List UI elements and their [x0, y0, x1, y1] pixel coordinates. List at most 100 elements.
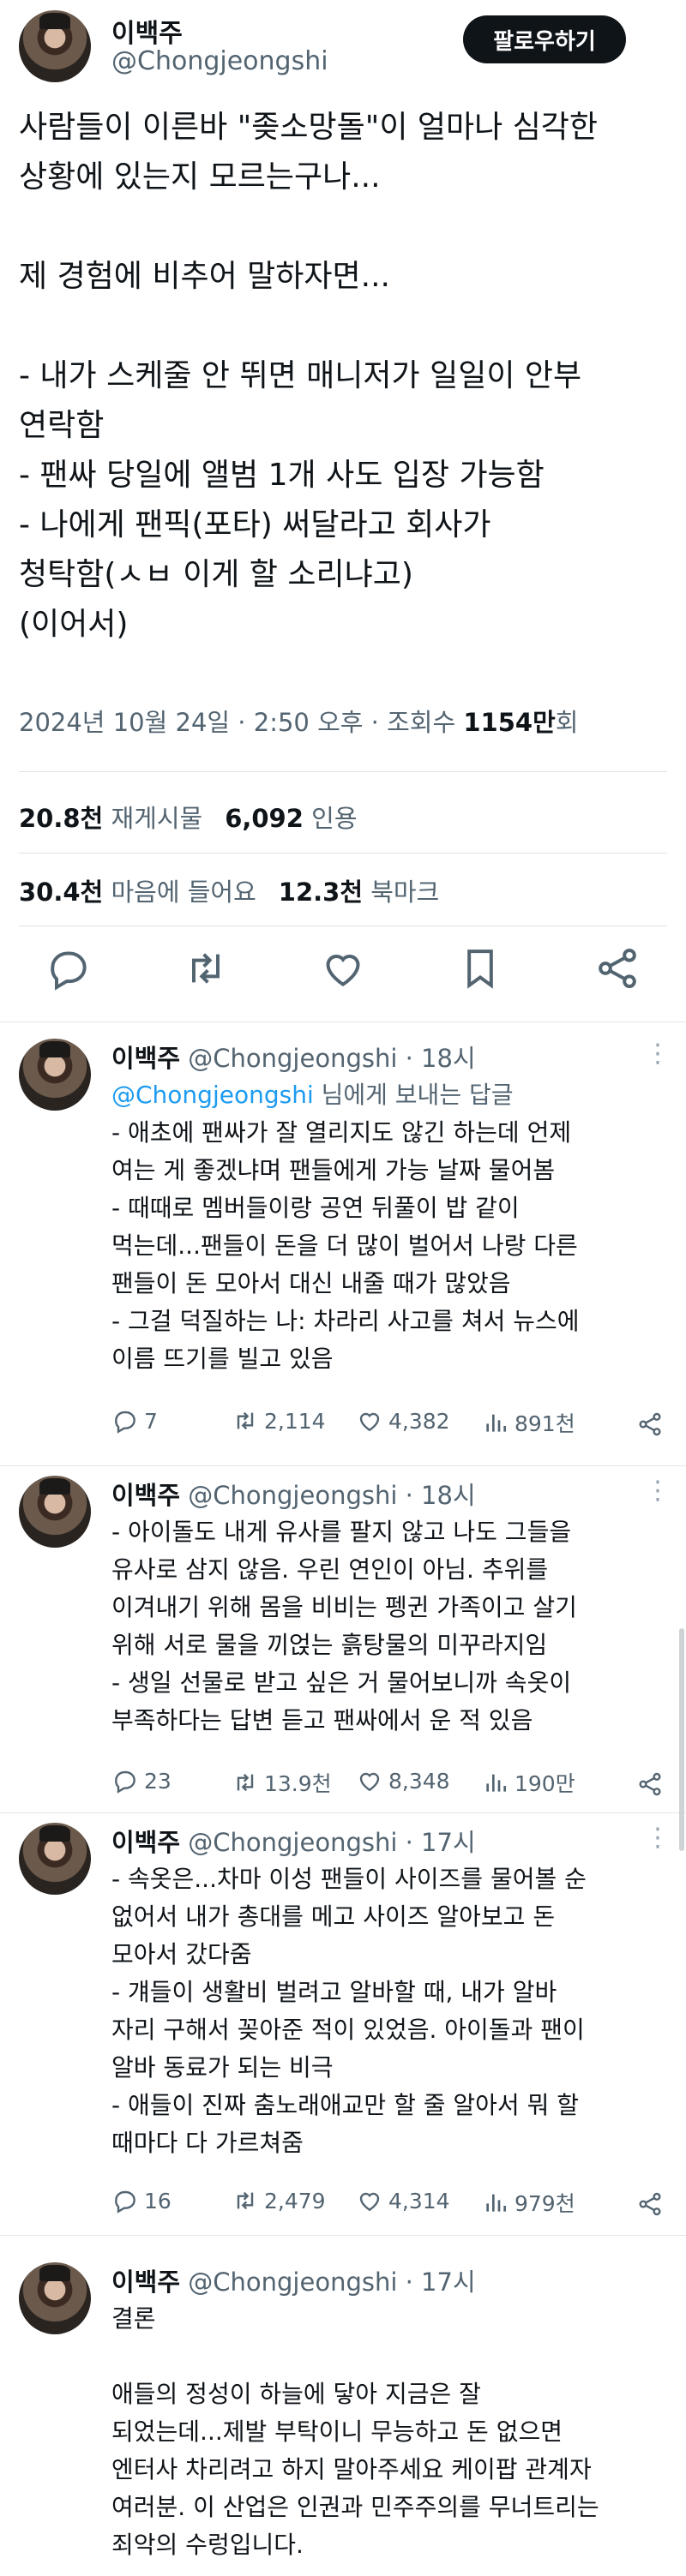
speech-bubble-icon — [115, 1411, 135, 1434]
avatar[interactable] — [19, 2262, 91, 2334]
share-icon[interactable] — [636, 2190, 664, 2218]
reply-header: 이백주 @Chongjeongshi · 18시 — [111, 1476, 476, 1512]
reply-views-button[interactable]: 979천 — [482, 2187, 575, 2218]
share-icon[interactable] — [636, 1411, 664, 1438]
reply-comment-button[interactable]: 7 — [111, 1407, 158, 1435]
author-name[interactable]: 이백주 — [111, 2267, 180, 2297]
author-name[interactable]: 이백주 — [111, 12, 183, 50]
author-name[interactable]: 이백주 — [111, 1044, 180, 1073]
reply-views-button[interactable]: 190만 — [482, 1767, 575, 1798]
divider — [0, 1812, 686, 1813]
tweet-action-bar — [0, 944, 686, 996]
reply-action-bar: 23 13.9천 8,348 190만 — [111, 1767, 661, 1801]
reply-comment-button[interactable]: 23 — [111, 1767, 172, 1794]
avatar[interactable] — [19, 1823, 91, 1895]
author-name[interactable]: 이백주 — [111, 1828, 180, 1857]
quote-count-link[interactable]: 6,092 인용 — [225, 804, 357, 833]
reply-like-button[interactable]: 8,348 — [356, 1767, 450, 1794]
author-handle[interactable]: @Chongjeongshi · 17시 — [188, 2267, 475, 2297]
reply-to-line: @Chongjeongshi 님에게 보내는 답글 — [111, 1076, 669, 1114]
speech-bubble-icon[interactable] — [45, 944, 93, 992]
reply-views-button[interactable]: 891천 — [482, 1407, 575, 1438]
reply-header: 이백주 @Chongjeongshi · 18시 — [111, 1039, 476, 1075]
comment-count: 16 — [144, 2188, 172, 2214]
bookmark-count-link[interactable]: 12.3천 북마크 — [279, 878, 440, 907]
share-icon[interactable] — [593, 944, 641, 992]
more-dots-icon[interactable]: ⋮ — [645, 1476, 671, 1506]
repost-count: 13.9천 — [264, 1771, 332, 1796]
view-count: 979천 — [514, 2191, 575, 2216]
reply-to-handle[interactable]: @Chongjeongshi — [111, 1081, 314, 1109]
quote-count: 6,092 — [225, 804, 304, 833]
author-name[interactable]: 이백주 — [111, 1481, 180, 1510]
heart-icon[interactable] — [319, 944, 367, 992]
speech-bubble-icon — [115, 1770, 135, 1794]
view-suffix: 회 — [555, 708, 579, 737]
reply-repost-button[interactable]: 2,114 — [232, 1407, 326, 1435]
repost-arrows-icon — [237, 2191, 254, 2210]
quote-count-label: 인용 — [311, 804, 358, 833]
more-dots-icon[interactable]: ⋮ — [645, 1823, 671, 1853]
main-tweet-header: 이백주 @Chongjeongshi 팔로우하기 — [0, 0, 686, 94]
like-count-link[interactable]: 30.4천 마음에 들어요 — [19, 878, 256, 907]
repost-count-label: 재게시물 — [111, 804, 203, 833]
author-handle[interactable]: @Chongjeongshi · 17시 — [188, 1828, 475, 1857]
author-handle[interactable]: @Chongjeongshi — [111, 46, 328, 76]
reply-header: 이백주 @Chongjeongshi · 17시 — [111, 1823, 476, 1859]
reply-to-suffix: 님에게 보내는 답글 — [313, 1081, 514, 1109]
divider — [19, 771, 667, 772]
repost-arrows-icon[interactable] — [182, 944, 230, 992]
bar-chart-icon — [486, 1774, 506, 1792]
author-handle[interactable]: @Chongjeongshi · 18시 — [188, 1481, 475, 1510]
reply-text: - 애초에 팬싸가 잘 열리지도 않긴 하는데 언제 여는 게 좋겠냐며 팬들에… — [111, 1118, 580, 1373]
heart-icon — [359, 1412, 380, 1432]
divider — [0, 1465, 686, 1466]
reply-repost-button[interactable]: 2,479 — [232, 2187, 326, 2214]
tweet-text: 사람들이 이른바 "좆소망돌"이 얼마나 심각한 상황에 있는지 모르는구나..… — [19, 110, 599, 642]
reply-comment-button[interactable]: 16 — [111, 2187, 172, 2214]
repost-arrows-icon — [237, 1773, 254, 1792]
author-handle[interactable]: @Chongjeongshi · 18시 — [188, 1044, 475, 1073]
reply-text: - 아이돌도 내게 유사를 팔지 않고 나도 그들을 유사로 삼지 않음. 우린… — [111, 1518, 577, 1734]
like-count-label: 마음에 들어요 — [111, 878, 256, 907]
follow-button[interactable]: 팔로우하기 — [463, 15, 626, 63]
bar-chart-icon — [486, 2194, 506, 2212]
bookmark-icon[interactable] — [456, 944, 504, 992]
avatar[interactable] — [19, 1476, 91, 1548]
heart-icon — [359, 2192, 380, 2212]
like-count: 8,348 — [388, 1768, 450, 1794]
bar-chart-icon — [486, 1414, 506, 1432]
speech-bubble-icon — [115, 2190, 135, 2214]
bookmark-count: 12.3천 — [278, 878, 363, 907]
reply-like-button[interactable]: 4,314 — [356, 2187, 450, 2214]
avatar[interactable] — [19, 1039, 91, 1111]
heart-icon — [359, 1772, 380, 1792]
avatar[interactable] — [19, 10, 91, 82]
reply-action-bar: 7 2,114 4,382 891천 — [111, 1407, 661, 1441]
repost-stats: 20.8천 재게시물 6,092 인용 — [19, 799, 358, 835]
like-stats: 30.4천 마음에 들어요 12.3천 북마크 — [19, 872, 439, 908]
divider — [19, 853, 667, 854]
reply-repost-button[interactable]: 13.9천 — [232, 1767, 332, 1798]
scrollbar[interactable] — [679, 1628, 684, 1851]
share-icon[interactable] — [636, 1770, 664, 1798]
tweet-meta: 2024년 10월 24일 · 2:50 오후 · 조회수 1154만회 — [19, 703, 578, 739]
reply-like-button[interactable]: 4,382 — [356, 1407, 450, 1435]
more-dots-icon[interactable]: ⋮ — [645, 1039, 671, 1069]
repost-count-link[interactable]: 20.8천 재게시물 — [19, 804, 202, 833]
comment-count: 23 — [144, 1768, 172, 1794]
like-count: 4,382 — [388, 1408, 450, 1434]
repost-count: 20.8천 — [19, 804, 104, 833]
view-count: 190만 — [514, 1771, 575, 1796]
like-count: 4,314 — [388, 2188, 450, 2214]
tweet-date[interactable]: 2024년 10월 24일 · 2:50 오후 · 조회수 — [19, 708, 463, 737]
like-count: 30.4천 — [19, 878, 104, 907]
reply-text: - 속옷은...차마 이성 팬들이 사이즈를 물어볼 순 없어서 내가 총대를 … — [111, 1865, 587, 2157]
view-count: 891천 — [514, 1411, 575, 1436]
bookmark-count-label: 북마크 — [370, 878, 440, 907]
repost-arrows-icon — [237, 1411, 254, 1430]
reply-action-bar: 16 2,479 4,314 979천 — [111, 2187, 661, 2221]
divider — [0, 1021, 686, 1022]
view-count: 1154만 — [463, 708, 556, 737]
reply-text: 결론 애들의 정성이 하늘에 닿아 지금은 잘 되었는데...제발 부탁이니 무… — [111, 2304, 599, 2559]
